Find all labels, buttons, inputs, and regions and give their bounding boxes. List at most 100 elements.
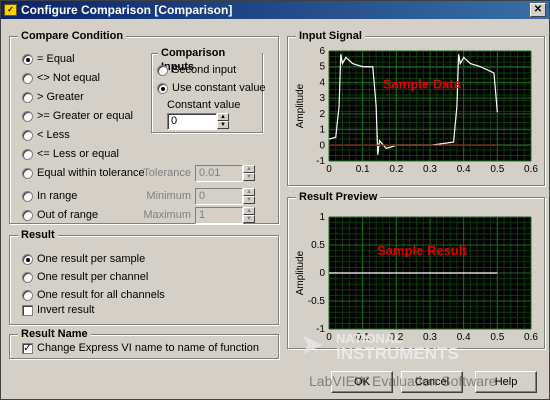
maximum-spinner: ▲ ▼ <box>243 207 255 224</box>
input-signal-ytick-label: 4 <box>319 77 325 88</box>
tolerance-spinner: ▲ ▼ <box>243 165 255 182</box>
compare-condition-radio-label: = Equal <box>37 53 75 65</box>
ni-eagle-icon: ➤ <box>301 329 323 359</box>
input-signal-xtick-label: 0.2 <box>389 164 403 175</box>
input-signal-xtick-label: 0.1 <box>356 164 370 175</box>
minimum-field: 0 <box>195 188 243 205</box>
ni-watermark: ➤ <box>301 329 323 360</box>
compare-condition-radio-8[interactable]: Out of range <box>22 209 98 221</box>
invert-result-label: Invert result <box>37 304 95 316</box>
compare-condition-radio-0[interactable]: = Equal <box>22 53 75 65</box>
change-name-checkbox[interactable]: ✓ Change Express VI name to name of func… <box>22 342 259 354</box>
compare-condition-title: Compare Condition <box>18 29 127 43</box>
compare-condition-radio-button[interactable] <box>22 190 33 202</box>
compare-condition-radio-label: <= Less or equal <box>37 148 119 160</box>
compare-condition-radio-button[interactable] <box>22 110 33 122</box>
compare-condition-radio-label: > Greater <box>37 91 84 103</box>
comparison-input-radio-1[interactable]: Use constant value <box>157 82 266 94</box>
result-preview-annotation: Sample Result <box>377 243 467 258</box>
tolerance-label: Tolerance <box>143 167 191 179</box>
result-radio-button[interactable] <box>22 289 33 301</box>
result-preview-xtick-label: 0.6 <box>524 332 538 343</box>
compare-condition-radio-6[interactable]: Equal within tolerance <box>22 167 145 179</box>
compare-condition-radio-label: In range <box>37 190 78 202</box>
compare-condition-radio-button[interactable] <box>22 53 33 65</box>
compare-condition-radio-2[interactable]: > Greater <box>22 91 84 103</box>
window-title: Configure Comparison [Comparison] <box>21 3 233 17</box>
input-signal-title: Input Signal <box>296 29 365 43</box>
compare-condition-radio-1[interactable]: <> Not equal <box>22 72 100 84</box>
compare-condition-radio-button[interactable] <box>22 209 33 221</box>
result-preview-xtick-label: 0 <box>326 332 332 343</box>
input-signal-ytick-label: 5 <box>319 62 325 73</box>
comparison-input-radio-0[interactable]: Second input <box>157 64 236 76</box>
tolerance-field: 0.01 <box>195 165 243 182</box>
comparison-input-radio-button[interactable] <box>157 82 168 94</box>
result-radio-button[interactable] <box>22 271 33 283</box>
compare-condition-radio-button[interactable] <box>22 91 33 103</box>
close-button[interactable]: ✕ <box>530 3 546 17</box>
input-signal-ytick-label: 3 <box>319 93 325 104</box>
comparison-input-radio-label: Second input <box>172 64 237 76</box>
result-title: Result <box>18 228 58 242</box>
result-preview-ytick-label: 0.5 <box>311 240 325 251</box>
compare-condition-radio-button[interactable] <box>22 72 33 84</box>
result-preview-ytick-label: -0.5 <box>308 296 326 307</box>
input-signal-xtick-label: 0.5 <box>490 164 504 175</box>
result-radio-0[interactable]: One result per sample <box>22 253 145 265</box>
constant-value-spinner[interactable]: ▲ ▼ <box>217 113 229 130</box>
minimum-spinner: ▲ ▼ <box>243 188 255 205</box>
result-radio-2[interactable]: One result for all channels <box>22 289 165 301</box>
constant-value-field[interactable]: 0 <box>167 113 217 130</box>
result-radio-button[interactable] <box>22 253 33 265</box>
maximum-field: 1 <box>195 207 243 224</box>
change-name-box[interactable]: ✓ <box>22 342 33 354</box>
result-radio-label: One result per sample <box>37 253 146 265</box>
dialog-window: ✓ Configure Comparison [Comparison] ✕ Co… <box>0 0 550 400</box>
constant-value-label: Constant value <box>167 99 241 111</box>
result-preview-plot: 0 0.1 0.2 0.3 0.4 0.5 0.610.50-0.5-1AmplitudeS… <box>295 212 538 343</box>
compare-condition-radio-button[interactable] <box>22 129 33 141</box>
compare-condition-radio-label: Equal within tolerance <box>37 167 145 179</box>
input-signal-ytick-label: 2 <box>319 109 325 120</box>
input-signal-ytick-label: 0 <box>319 140 325 151</box>
compare-condition-radio-button[interactable] <box>22 148 33 160</box>
comparison-input-radio-label: Use constant value <box>172 82 266 94</box>
compare-condition-radio-5[interactable]: <= Less or equal <box>22 148 119 160</box>
compare-condition-radio-3[interactable]: >= Greater or equal <box>22 110 133 122</box>
compare-condition-radio-label: <> Not equal <box>37 72 100 84</box>
input-signal-ytick-label: -1 <box>316 156 325 167</box>
input-signal-xtick-label: 0.3 <box>423 164 437 175</box>
watermark-line3: LabVIEW Evaluation Software <box>309 373 497 389</box>
minimum-label: Minimum <box>146 190 191 202</box>
maximum-label: Maximum <box>143 209 191 221</box>
compare-condition-radio-4[interactable]: < Less <box>22 129 70 141</box>
input-signal-ytick-label: 6 <box>319 46 325 57</box>
title-bar[interactable]: ✓ Configure Comparison [Comparison] ✕ <box>1 1 549 19</box>
compare-condition-radio-label: >= Greater or equal <box>37 110 134 122</box>
input-signal-xtick-label: 0 <box>326 164 332 175</box>
input-signal-ytick-label: 1 <box>319 125 325 136</box>
change-name-label: Change Express VI name to name of functi… <box>37 342 259 354</box>
result-preview-xtick-label: 0.4 <box>457 332 471 343</box>
invert-result-checkbox[interactable]: Invert result <box>22 304 94 316</box>
invert-result-box[interactable] <box>22 304 33 316</box>
compare-condition-radio-button[interactable] <box>22 167 33 179</box>
result-preview-ytick-label: 1 <box>319 212 325 223</box>
input-signal-xtick-label: 0.6 <box>524 164 538 175</box>
compare-condition-radio-label: < Less <box>37 129 70 141</box>
result-preview-title: Result Preview <box>296 190 381 204</box>
result-preview-xtick-label: 0.3 <box>423 332 437 343</box>
result-radio-label: One result for all channels <box>37 289 165 301</box>
comparison-input-radio-button[interactable] <box>157 64 168 76</box>
input-signal-xtick-label: 0.4 <box>457 164 471 175</box>
result-radio-1[interactable]: One result per channel <box>22 271 148 283</box>
app-icon: ✓ <box>4 4 17 16</box>
result-preview-ytick-label: 0 <box>319 268 325 279</box>
watermark-line2: INSTRUMENTS <box>336 344 459 363</box>
input-signal-plot: 0 0.1 0.2 0.3 0.4 0.5 0.66543210-1Amplitude Sam… <box>295 46 538 175</box>
compare-condition-radio-7[interactable]: In range <box>22 190 77 202</box>
result-preview-ylabel: Amplitude <box>295 250 306 295</box>
input-signal-annotation: Sample Data <box>383 76 462 91</box>
input-signal-ylabel: Amplitude <box>295 83 306 128</box>
